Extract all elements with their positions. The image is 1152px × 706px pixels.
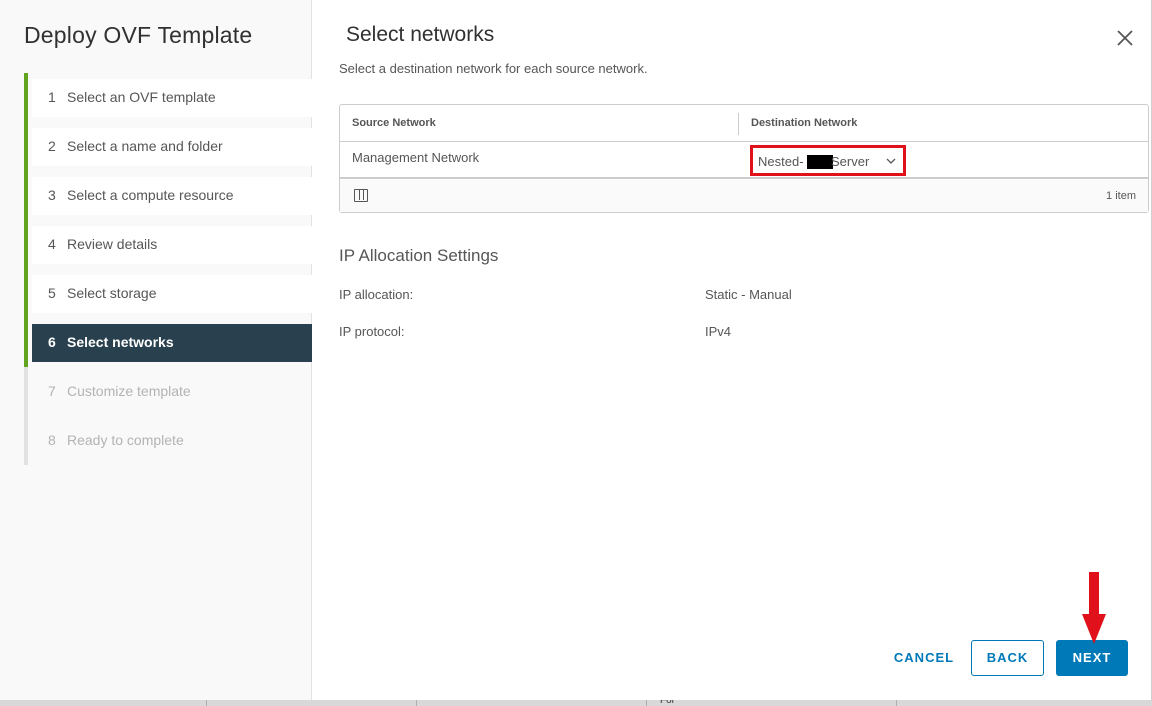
step-label: Select a compute resource [67, 187, 234, 203]
wizard-steps: 1 Select an OVF template 2 Select a name… [24, 73, 312, 465]
step-number: 1 [48, 89, 56, 105]
step-label: Select storage [67, 285, 157, 301]
table-row[interactable]: Management Network Nested- Server [340, 143, 1148, 179]
step-label: Select a name and folder [67, 138, 223, 154]
ip-allocation-label: IP allocation: [339, 287, 414, 302]
cancel-button[interactable]: CANCEL [882, 640, 966, 676]
wizard-step-select-storage[interactable]: 5 Select storage [24, 269, 312, 318]
network-mapping-grid: Source Network Destination Network Manag… [339, 104, 1149, 213]
ip-allocation-value: Static - Manual [705, 287, 792, 302]
step-label: Select networks [67, 334, 174, 350]
ip-protocol-value: IPv4 [705, 324, 732, 339]
wizard-step-select-compute-resource[interactable]: 3 Select a compute resource [24, 171, 312, 220]
grid-footer: 1 item [340, 180, 1148, 212]
next-button[interactable]: NEXT [1056, 640, 1128, 676]
column-header-destination-network[interactable]: Destination Network [751, 117, 857, 129]
step-number: 2 [48, 138, 56, 154]
step-number: 4 [48, 236, 56, 252]
destination-network-value-suffix: Server [831, 154, 870, 169]
wizard-step-select-networks[interactable]: 6 Select networks [24, 318, 312, 367]
close-button[interactable] [1115, 28, 1135, 48]
close-icon [1117, 30, 1133, 46]
step-number: 8 [48, 432, 56, 448]
destination-network-value-prefix: Nested- [758, 154, 804, 169]
step-pending-bar [24, 367, 28, 416]
column-toggle-icon[interactable] [354, 189, 368, 202]
arrow-down-icon [1082, 572, 1106, 644]
step-label: Select an OVF template [67, 89, 216, 105]
step-number: 3 [48, 187, 56, 203]
step-number: 5 [48, 285, 56, 301]
wizard-step-customize-template: 7 Customize template [24, 367, 312, 416]
wizard-step-select-ovf-template[interactable]: 1 Select an OVF template [24, 73, 312, 122]
source-network-cell: Management Network [352, 150, 480, 165]
item-count: 1 item [1106, 190, 1136, 202]
ip-protocol-label: IP protocol: [339, 324, 405, 339]
step-complete-bar [24, 318, 28, 367]
ip-allocation-section-title: IP Allocation Settings [339, 246, 499, 265]
column-header-source-network[interactable]: Source Network [352, 117, 436, 129]
grid-header: Source Network Destination Network [340, 105, 1148, 142]
step-complete-bar [24, 171, 28, 220]
deploy-ovf-dialog: Deploy OVF Template 1 Select an OVF temp… [0, 0, 1152, 700]
step-complete-bar [24, 220, 28, 269]
step-number: 7 [48, 383, 56, 399]
page-title: Select networks [346, 23, 495, 46]
wizard-step-select-name-folder[interactable]: 2 Select a name and folder [24, 122, 312, 171]
back-button[interactable]: BACK [971, 640, 1044, 676]
step-complete-bar [24, 269, 28, 318]
wizard-step-review-details[interactable]: 4 Review details [24, 220, 312, 269]
wizard-title: Deploy OVF Template [24, 22, 253, 48]
step-complete-bar [24, 73, 28, 122]
step-label: Ready to complete [67, 432, 184, 448]
step-number: 6 [48, 334, 56, 350]
column-separator[interactable] [738, 113, 739, 135]
step-label: Customize template [67, 383, 191, 399]
step-complete-bar [24, 122, 28, 171]
step-label: Review details [67, 236, 158, 252]
wizard-step-ready-to-complete: 8 Ready to complete [24, 416, 312, 465]
destination-network-select[interactable]: Nested- Server [750, 145, 906, 176]
step-pending-bar [24, 416, 28, 465]
chevron-down-icon [886, 158, 896, 164]
wizard-sidebar: Deploy OVF Template 1 Select an OVF temp… [0, 0, 312, 700]
redaction-box [807, 155, 833, 169]
page-subtitle: Select a destination network for each so… [339, 61, 648, 76]
